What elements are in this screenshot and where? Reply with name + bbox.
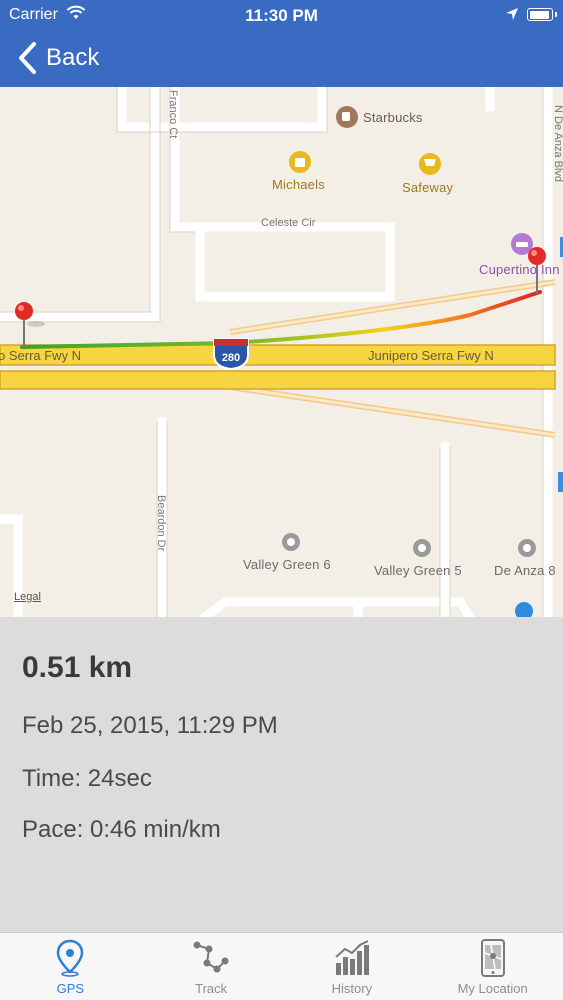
track-duration: Time: 24sec [22, 765, 152, 792]
status-time: 11:30 PM [245, 6, 318, 25]
freeway-label-right: Junipero Serra Fwy N [368, 348, 494, 363]
valley-green-5-label[interactable]: Valley Green 5 [374, 563, 462, 578]
valley-green-6-label[interactable]: Valley Green 6 [243, 557, 331, 572]
back-button[interactable]: Back [14, 38, 99, 78]
tab-track-label: Track [195, 981, 228, 996]
track-pace: Pace: 0:46 min/km [22, 816, 221, 843]
route-map[interactable]: 280 o Serra Fwy N Junipero Serra Fwy N F… [0, 87, 563, 617]
tab-track[interactable]: Track [141, 933, 282, 1000]
track-summary-panel: 0.51 km Feb 25, 2015, 11:29 PM Time: 24s… [0, 617, 563, 932]
tab-my-location-label: My Location [457, 981, 528, 996]
starbucks-label[interactable]: Starbucks [363, 110, 423, 125]
tab-history-label: History [331, 981, 373, 996]
de-anza-blvd-label: N De Anza Blvd [552, 105, 563, 182]
navigation-bar: Carrier 11:30 PM Back [0, 0, 563, 87]
location-pin-icon [55, 939, 85, 982]
interstate-shield-icon: 280 [213, 338, 249, 371]
franco-ct-label: Franco Ct [167, 90, 179, 138]
tab-gps[interactable]: GPS [0, 933, 141, 1000]
tab-history[interactable]: History [282, 933, 423, 1000]
status-bar: Carrier 11:30 PM [0, 0, 563, 32]
gas-station-icon [515, 602, 533, 617]
tab-my-location[interactable]: My Location [422, 933, 563, 1000]
safeway-label[interactable]: Safeway [402, 180, 453, 195]
shield-label: 280 [222, 352, 240, 364]
battery-icon [527, 8, 557, 21]
beardon-dr-label: Beardon Dr [155, 495, 167, 552]
back-label: Back [46, 44, 100, 71]
distance-value: 0.51 km [22, 651, 133, 684]
track-nodes-icon [191, 939, 231, 982]
tab-gps-label: GPS [56, 981, 85, 996]
phone-map-icon [477, 939, 509, 982]
start-pin-icon [15, 302, 45, 349]
bar-chart-icon [332, 939, 372, 982]
cupertino-inn-label[interactable]: Cupertino Inn [479, 262, 560, 277]
legal-link[interactable]: Legal [14, 591, 41, 603]
michaels-label[interactable]: Michaels [272, 177, 325, 192]
celeste-cir-label: Celeste Cir [261, 217, 316, 229]
map-canvas: 280 o Serra Fwy N Junipero Serra Fwy N F… [0, 87, 563, 617]
de-anza-8-label[interactable]: De Anza 8 [494, 563, 556, 578]
location-arrow-icon [505, 7, 519, 26]
track-date: Feb 25, 2015, 11:29 PM [22, 712, 278, 739]
freeway-label-left: o Serra Fwy N [0, 348, 81, 363]
chevron-left-icon [19, 42, 36, 74]
tab-bar: GPS Track History My Location [0, 932, 563, 1000]
